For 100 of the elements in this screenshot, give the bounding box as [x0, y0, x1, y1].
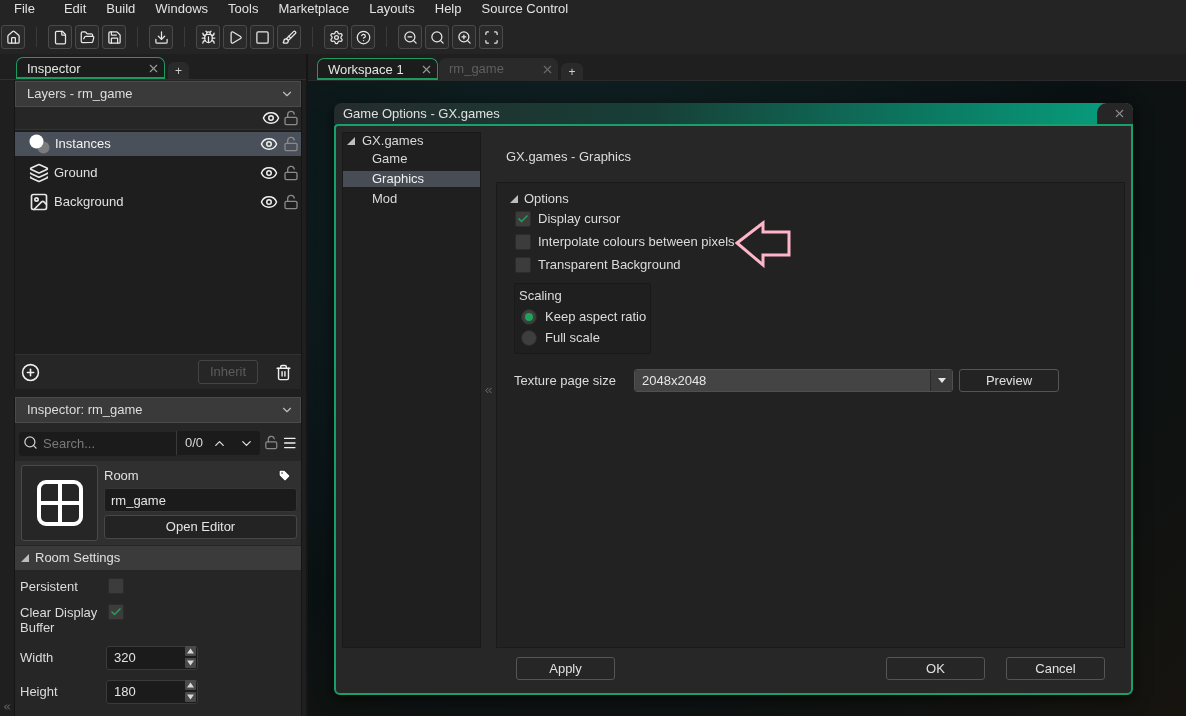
section-header[interactable]: Room Settings: [15, 546, 301, 570]
setting-label: Width: [19, 649, 55, 665]
tab[interactable]: Workspace 1: [317, 58, 438, 80]
frame-icon: [483, 29, 499, 45]
layer-item[interactable]: Background: [15, 190, 301, 214]
checkbox[interactable]: [515, 256, 531, 273]
number-field[interactable]: 320: [106, 645, 198, 670]
page-heading: GX.games - Graphics: [506, 148, 631, 167]
menu-item[interactable]: Edit: [63, 0, 87, 18]
tree-item[interactable]: Game: [343, 151, 480, 167]
stop-icon: [254, 29, 270, 45]
layer-item[interactable]: Instances: [15, 132, 301, 156]
trash-icon[interactable]: [275, 363, 292, 381]
help-button[interactable]: [351, 25, 375, 49]
setting-label: Persistent: [19, 579, 79, 594]
apply-button[interactable]: Apply: [516, 657, 615, 680]
spinner-arrows-icon[interactable]: [185, 680, 196, 702]
stop-button[interactable]: [250, 25, 274, 49]
menu-item[interactable]: Tools: [228, 0, 259, 18]
radio-button[interactable]: [521, 329, 537, 346]
lock-open-icon[interactable]: [263, 435, 279, 450]
home-button[interactable]: [1, 25, 25, 49]
tab[interactable]: Inspector: [16, 57, 165, 79]
menu-item[interactable]: Marketplace: [278, 0, 350, 18]
tree-item[interactable]: Graphics: [343, 171, 480, 187]
search-field[interactable]: Search...: [19, 431, 176, 456]
circles-icon: [29, 134, 50, 154]
help-icon: [355, 29, 371, 45]
lock-open-icon[interactable]: [283, 194, 299, 210]
layer-item[interactable]: Ground: [15, 161, 301, 185]
checkbox[interactable]: [108, 604, 124, 620]
menu-item[interactable]: Help: [434, 0, 462, 18]
radio-button[interactable]: [521, 308, 537, 325]
open-button[interactable]: [75, 25, 99, 49]
run-button[interactable]: [223, 25, 247, 49]
menu-item[interactable]: Source Control: [481, 0, 569, 18]
checkbox-label: Transparent Background: [538, 255, 681, 274]
settings-button[interactable]: [324, 25, 348, 49]
export-button[interactable]: [149, 25, 173, 49]
search-icon: [23, 435, 38, 450]
close-icon[interactable]: [147, 62, 160, 75]
setting-label: Height: [19, 683, 59, 699]
zoom-reset-button[interactable]: [425, 25, 449, 49]
fit-button[interactable]: [479, 25, 503, 49]
save-button[interactable]: [102, 25, 126, 49]
close-icon[interactable]: [420, 63, 433, 76]
grid-icon: [36, 480, 83, 526]
inspector-dropdown[interactable]: Inspector: rm_game: [15, 397, 301, 423]
zoom-in-button[interactable]: [452, 25, 476, 49]
preview-button[interactable]: Preview: [959, 369, 1059, 392]
radio-label: Keep aspect ratio: [545, 307, 647, 326]
close-icon: [1113, 107, 1126, 120]
checkbox[interactable]: [515, 210, 531, 227]
lock-open-icon[interactable]: [283, 110, 299, 126]
brush-icon: [281, 29, 297, 45]
zoom-out-button[interactable]: [398, 25, 422, 49]
checkbox[interactable]: [515, 233, 531, 250]
eye-icon[interactable]: [260, 164, 278, 182]
add-layer-icon[interactable]: [21, 362, 40, 382]
menu-item[interactable]: Build: [106, 0, 136, 18]
settings-icon: [328, 29, 344, 45]
clean-button[interactable]: [277, 25, 301, 49]
zoom-in-icon: [456, 29, 472, 45]
checkbox-label: Interpolate colours between pixels: [538, 232, 735, 251]
section-title: Options: [524, 190, 569, 209]
new-tab-button[interactable]: +: [561, 63, 583, 80]
menu-item[interactable]: Windows: [155, 0, 209, 18]
eye-icon[interactable]: [260, 135, 278, 153]
collapse-triangle-icon[interactable]: [510, 195, 518, 203]
dialog-button[interactable]: Cancel: [1006, 657, 1105, 680]
resource-type: Room: [104, 466, 139, 485]
dialog-title: Game Options - GX.games: [342, 105, 501, 123]
field-label: Texture page size: [514, 371, 617, 390]
collapse-triangle-icon[interactable]: [21, 554, 29, 562]
open-editor-button[interactable]: Open Editor: [104, 515, 297, 539]
debug-button[interactable]: [196, 25, 220, 49]
number-field[interactable]: 180: [106, 679, 198, 704]
menu-icon[interactable]: [282, 435, 298, 451]
tree-item[interactable]: GX.games: [343, 133, 480, 149]
layers-dropdown[interactable]: Layers - rm_game: [15, 81, 301, 107]
spinner-arrows-icon[interactable]: [185, 646, 196, 668]
eye-icon[interactable]: [262, 109, 280, 127]
checkbox-label: Display cursor: [538, 209, 621, 228]
dialog-button[interactable]: OK: [886, 657, 985, 680]
eye-icon[interactable]: [260, 193, 278, 211]
name-field[interactable]: rm_game: [104, 488, 297, 512]
new-button[interactable]: [48, 25, 72, 49]
layers-icon: [29, 163, 49, 183]
menu-item[interactable]: File: [14, 0, 35, 18]
new-tab-button[interactable]: +: [168, 62, 189, 79]
setting-label: Clear Display Buffer: [19, 605, 99, 635]
lock-open-icon[interactable]: [283, 165, 299, 181]
menu-item[interactable]: Layouts: [369, 0, 415, 18]
tree-item[interactable]: Mod: [343, 191, 480, 207]
bug-icon: [200, 29, 216, 45]
collapse-triangle-icon[interactable]: [347, 137, 355, 145]
play-icon: [227, 29, 243, 45]
tag-icon[interactable]: [278, 469, 291, 482]
texture-size-select[interactable]: 2048x2048: [634, 369, 953, 392]
close-button[interactable]: [1097, 103, 1133, 124]
